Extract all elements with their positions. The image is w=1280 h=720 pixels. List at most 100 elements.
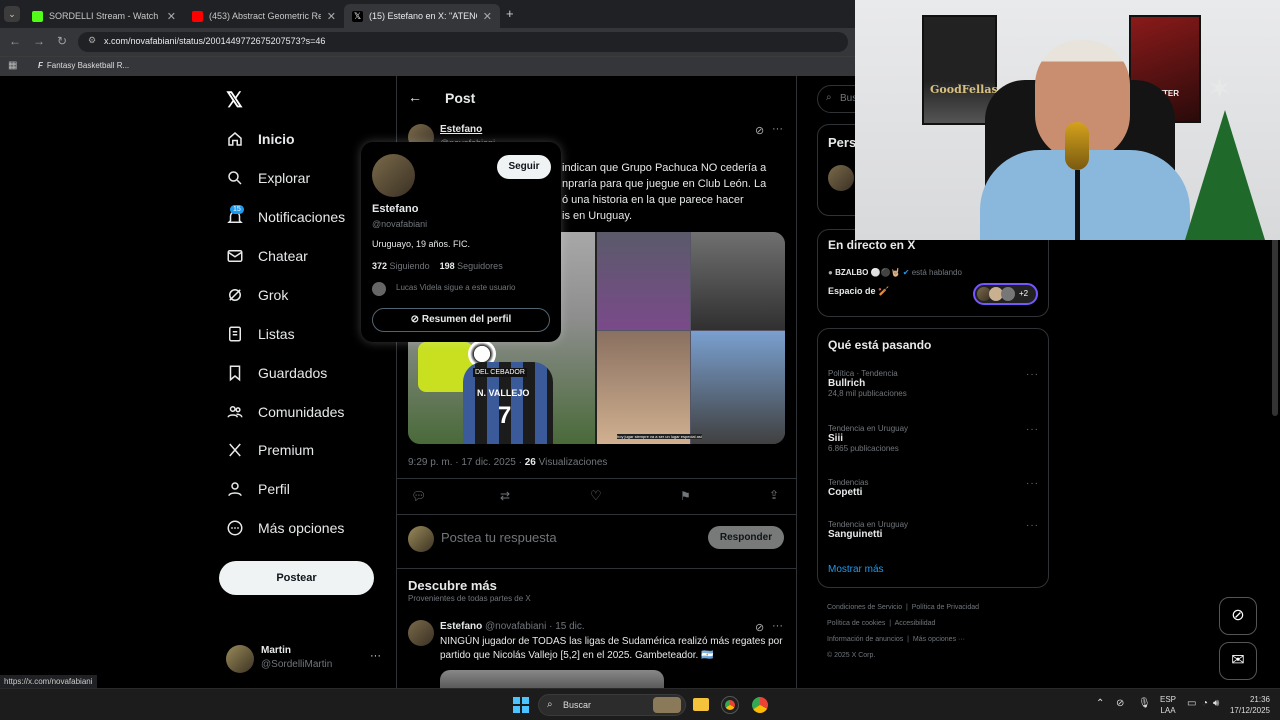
- tray-chevron-icon[interactable]: ⌃: [1096, 698, 1104, 709]
- youtube-icon: [192, 10, 203, 22]
- space-title[interactable]: Espacio de 🏏: [828, 286, 889, 297]
- player-jersey: DEL CEBADOR N. VALLEJO 7: [463, 362, 553, 444]
- nav-inicio[interactable]: Inicio: [226, 130, 295, 148]
- back-icon[interactable]: ←: [9, 34, 21, 48]
- browser-tab-2[interactable]: (453) Abstract Geometric Recta ✕: [184, 4, 344, 28]
- nav-explorar[interactable]: Explorar: [226, 169, 310, 187]
- footer-link[interactable]: Política de cookies: [827, 620, 885, 627]
- x-logo-icon[interactable]: 𝕏: [226, 88, 243, 113]
- grok-float-button[interactable]: ⊘: [1219, 597, 1257, 635]
- messages-float-button[interactable]: ✉: [1219, 642, 1257, 680]
- volume-icon[interactable]: 🔊︎: [1213, 698, 1219, 709]
- christmas-tree: [1185, 110, 1265, 240]
- trend-item[interactable]: Tendencias Copetti ···: [828, 478, 1040, 508]
- reload-icon[interactable]: ↻: [57, 34, 67, 48]
- grok-icon[interactable]: ⊘: [755, 124, 764, 137]
- fantasy-icon: F: [38, 61, 43, 70]
- reply-icon[interactable]: 💬︎: [411, 489, 426, 503]
- nav-premium[interactable]: Premium: [226, 441, 314, 459]
- post-button[interactable]: Postear: [219, 561, 374, 595]
- search-icon: [228, 171, 242, 185]
- more-dots-icon[interactable]: ···: [370, 650, 381, 662]
- hovercard-avatar[interactable]: [372, 154, 415, 197]
- more-options-icon[interactable]: ···: [772, 620, 783, 632]
- footer-link[interactable]: Información de anuncios: [827, 636, 903, 643]
- show-more-link[interactable]: Mostrar más: [828, 564, 884, 575]
- discover-author-name[interactable]: Estefano: [440, 621, 482, 632]
- hovercard-handle[interactable]: @novafabiani: [372, 219, 427, 229]
- reply-button[interactable]: Responder: [708, 526, 784, 549]
- language-indicator[interactable]: ESP LAA: [1160, 694, 1176, 716]
- listeners-pill[interactable]: +2: [973, 283, 1038, 305]
- chrome-icon[interactable]: [721, 696, 739, 714]
- network-off-icon[interactable]: ⊘: [1116, 698, 1124, 709]
- hovercard-name[interactable]: Estefano: [372, 203, 418, 215]
- more-dots-icon[interactable]: ···: [1026, 478, 1039, 489]
- nav-listas[interactable]: Listas: [226, 325, 295, 343]
- footer-links: Condiciones de Servicio | Política de Pr…: [827, 600, 979, 664]
- reply-input[interactable]: Postea tu respuesta: [441, 530, 557, 545]
- nav-guardados[interactable]: Guardados: [226, 364, 327, 382]
- wifi-icon[interactable]: ◔: [1202, 698, 1208, 709]
- followers-count[interactable]: 198: [440, 261, 455, 271]
- close-tab-icon[interactable]: ✕: [327, 10, 336, 23]
- chrome-icon[interactable]: [752, 697, 768, 713]
- nav-comunidades[interactable]: Comunidades: [226, 403, 344, 421]
- url-bar[interactable]: ⚙ x.com/novafabiani/status/2001449772675…: [78, 32, 848, 52]
- grok-icon[interactable]: ⊘: [755, 621, 764, 634]
- nav-perfil[interactable]: Perfil: [226, 480, 290, 498]
- new-tab-button[interactable]: +: [506, 6, 514, 21]
- forward-icon[interactable]: →: [33, 34, 45, 48]
- trend-item[interactable]: Política · Tendencia Bullrich 24,8 mil p…: [828, 369, 1040, 409]
- footer-link[interactable]: Accesibilidad: [895, 620, 936, 627]
- profile-summary-button[interactable]: ⊘ Resumen del perfil: [372, 308, 550, 332]
- taskbar-search[interactable]: ⌕ Buscar: [538, 694, 686, 716]
- browser-tab-3[interactable]: 𝕏 (15) Estefano en X: "ATENCIÓN ✕: [344, 4, 500, 28]
- media-story-collage[interactable]: hoy jugar siempre va a ser un lugar espe…: [597, 232, 785, 444]
- like-icon[interactable]: ♡: [590, 488, 602, 504]
- nav-label: Chatear: [258, 248, 308, 264]
- bookmark-icon[interactable]: ⚑: [680, 489, 691, 503]
- more-dots-icon[interactable]: ···: [1026, 520, 1039, 531]
- close-tab-icon[interactable]: ✕: [483, 10, 492, 23]
- more-options-icon[interactable]: ···: [772, 123, 783, 135]
- following-count[interactable]: 372: [372, 261, 387, 271]
- clock[interactable]: 21:36 17/12/2025: [1226, 694, 1270, 716]
- followers-label[interactable]: Seguidores: [457, 261, 503, 271]
- follow-button[interactable]: Seguir: [497, 155, 551, 179]
- author-name[interactable]: Estefano: [440, 124, 482, 135]
- more-dots-icon[interactable]: ···: [1026, 369, 1039, 380]
- back-arrow-icon[interactable]: ←: [408, 89, 422, 105]
- nav-notificaciones[interactable]: Notificaciones: [226, 208, 345, 226]
- discover-author-handle[interactable]: @novafabiani · 15 dic.: [485, 621, 585, 632]
- trend-item[interactable]: Tendencia en Uruguay Siii 6.865 publicac…: [828, 424, 1040, 464]
- retweet-icon[interactable]: ⇄: [500, 489, 510, 503]
- nav-mas-opciones[interactable]: Más opciones: [226, 519, 344, 537]
- account-switcher[interactable]: Martin @SordelliMartin ···: [226, 642, 386, 676]
- display-icon[interactable]: ▭: [1187, 698, 1196, 709]
- mic-icon[interactable]: 🎙︎: [1138, 698, 1151, 709]
- profile-summary-label: Resumen del perfil: [421, 314, 512, 325]
- close-tab-icon[interactable]: ✕: [167, 10, 176, 23]
- tab-search-button[interactable]: ⌄: [4, 6, 20, 22]
- discover-tweet-media[interactable]: [440, 670, 664, 688]
- following-label[interactable]: Siguiendo: [390, 261, 430, 271]
- file-explorer-icon[interactable]: [693, 698, 709, 711]
- trend-item[interactable]: Tendencia en Uruguay Sanguinetti ···: [828, 520, 1040, 550]
- footer-link[interactable]: Más opciones ···: [913, 636, 965, 643]
- footer-link[interactable]: Política de Privacidad: [912, 604, 979, 611]
- bookmark-item[interactable]: F Fantasy Basketball R...: [38, 61, 129, 70]
- site-info-icon[interactable]: ⚙: [88, 35, 96, 46]
- share-icon[interactable]: ⇪: [769, 488, 779, 502]
- more-dots-icon[interactable]: ···: [1026, 424, 1039, 435]
- browser-tab-1[interactable]: SORDELLI Stream - Watch Live ✕: [24, 4, 184, 28]
- footer-link[interactable]: Condiciones de Servicio: [827, 604, 902, 611]
- apps-grid-icon[interactable]: ▦: [8, 60, 17, 71]
- search-icon: ⌕: [826, 92, 832, 103]
- windows-start-icon[interactable]: [513, 697, 529, 713]
- live-speaking: está hablando: [911, 268, 962, 277]
- author-avatar[interactable]: [408, 620, 434, 646]
- nav-grok[interactable]: Grok: [226, 286, 288, 304]
- nav-chatear[interactable]: Chatear: [226, 247, 308, 265]
- trend-count: 24,8 mil publicaciones: [828, 389, 907, 398]
